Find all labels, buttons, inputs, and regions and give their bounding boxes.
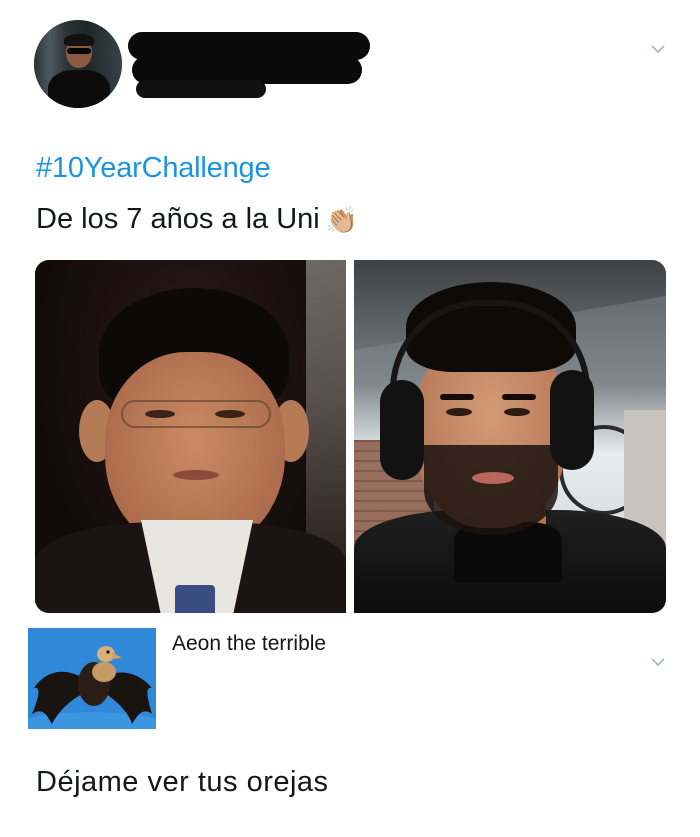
clapping-hands-icon: 👏🏼 [325,204,359,235]
tweet-menu-chevron-down-icon[interactable] [651,42,665,56]
child-mouth [173,470,219,480]
avatar-hair [64,34,94,46]
adult-brow-left [440,394,474,400]
reply-author-name[interactable]: Aeon the terrible [172,632,326,656]
child-glasses [121,400,271,428]
tweet-text-content: De los 7 años a la Uni [36,203,320,235]
avatar-torso [48,70,110,108]
tweet-image-child[interactable] [35,260,346,613]
chevron-down-icon [651,45,665,54]
adult-eye-right [504,408,530,416]
redacted-author-extra [136,80,266,98]
tweet-text: De los 7 años a la Uni 👏🏼 [36,203,358,236]
reply-text: Déjame ver tus orejas [36,766,329,798]
tweet-image-adult[interactable] [354,260,666,613]
reply-menu-chevron-down-icon[interactable] [651,655,665,669]
child-eye-right [215,410,245,418]
headphones-right-cup [550,370,594,470]
adult-beard [424,445,558,535]
adult-brow-right [502,394,536,400]
adult-eye-left [446,408,472,416]
headphones-left-cup [380,380,424,480]
chevron-down-icon [651,658,665,667]
child-tie [175,585,215,613]
avatar-sunglasses [67,48,91,54]
child-eye-left [145,410,175,418]
vulture-avatar-image [28,628,156,729]
reply-author-avatar[interactable] [28,628,156,729]
adult-lips [472,472,514,484]
hashtag-link[interactable]: #10YearChallenge [36,152,271,185]
author-avatar[interactable] [34,20,122,108]
